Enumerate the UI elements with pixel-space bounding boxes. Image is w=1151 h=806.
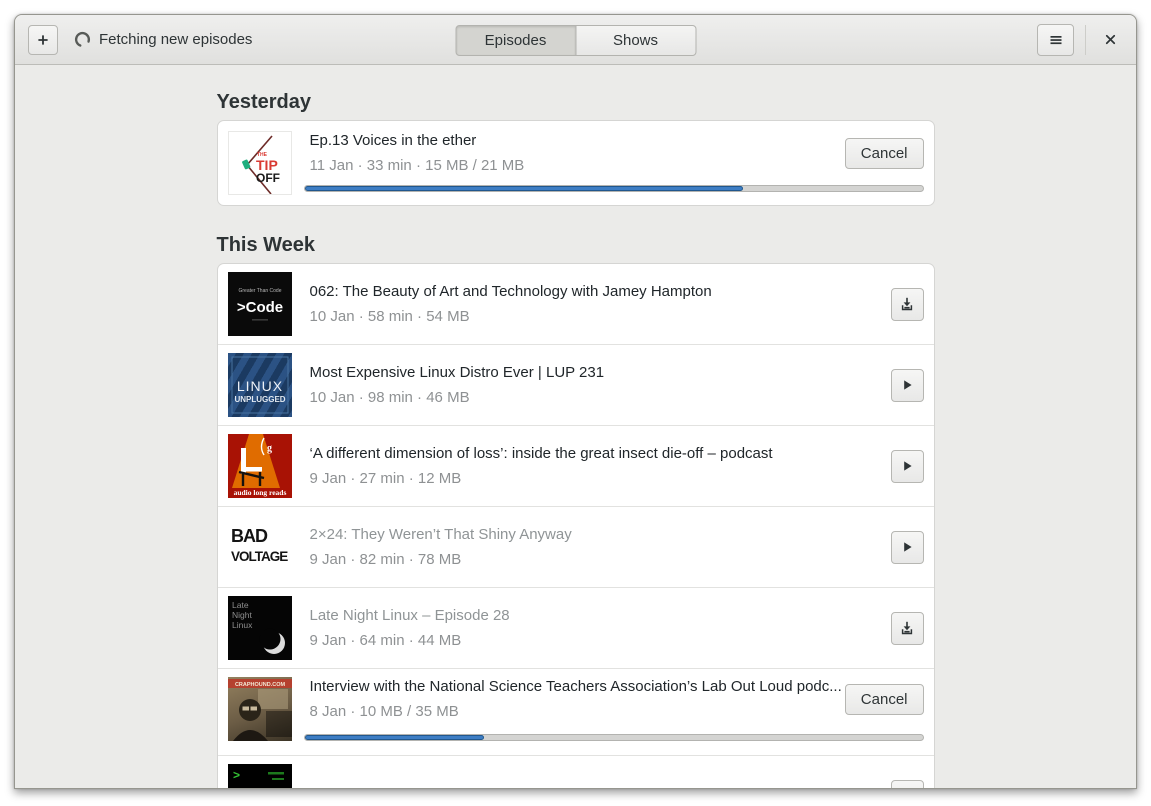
download-button[interactable] (890, 611, 924, 645)
section-title-yesterday: Yesterday (216, 91, 312, 113)
download-progress-fill (304, 735, 484, 740)
svg-text:IRL: IRL (243, 788, 277, 789)
episode-meta: 10 Jan · 58 min · 54 MB (309, 307, 470, 325)
svg-text:VOLTAGE: VOLTAGE (231, 549, 288, 564)
this-week-card: Greater Than Code >Code 062: The Beauty … (216, 263, 935, 789)
titlebar-right-controls (1037, 23, 1123, 56)
svg-text:Greater Than Code: Greater Than Code (238, 288, 281, 294)
download-progress-fill (304, 186, 744, 191)
spinner-icon (74, 31, 91, 48)
episode-row: g audio long reads ‘A different dimensio… (217, 425, 934, 506)
episode-meta: 11 Jan · 33 min · 15 MB / 21 MB (309, 157, 525, 174)
play-button[interactable] (890, 449, 924, 483)
play-button[interactable] (890, 530, 924, 564)
view-switcher: Episodes Shows (455, 25, 696, 56)
svg-text:Linux: Linux (232, 620, 253, 630)
episode-meta: 9 Jan · 64 min · 44 MB (309, 631, 462, 649)
download-button[interactable] (890, 779, 924, 789)
podcast-cover-craphound: CRAPHOUND.COM (227, 677, 292, 741)
episode-title: Bot or Not (310, 784, 891, 789)
cancel-download-button[interactable]: Cancel (844, 138, 924, 169)
episode-title: ‘A different dimension of loss’: inside … (309, 444, 773, 462)
svg-text:OFF: OFF (256, 171, 280, 185)
tab-shows[interactable]: Shows (575, 25, 696, 56)
episode-title: 062: The Beauty of Art and Technology wi… (309, 282, 712, 300)
podcast-cover-greater-than-code: Greater Than Code >Code (227, 272, 292, 336)
svg-text:g: g (267, 443, 272, 454)
download-icon (899, 788, 915, 789)
podcast-cover-late-night-linux: Late Night Linux (227, 596, 292, 660)
close-icon (1105, 34, 1115, 45)
close-window-button[interactable] (1097, 27, 1123, 53)
svg-text:audio long reads: audio long reads (233, 488, 286, 497)
svg-text:>: > (233, 768, 240, 782)
hamburger-menu-icon (1050, 35, 1061, 44)
tab-episodes[interactable]: Episodes (455, 25, 576, 56)
download-progress-bar (303, 734, 924, 741)
status-text: Fetching new episodes (99, 31, 253, 48)
yesterday-card: THE TIP OFF Ep.13 Voices in the ether 11… (216, 120, 935, 206)
svg-text:Late: Late (232, 600, 249, 610)
svg-text:LINUX: LINUX (236, 378, 282, 394)
svg-text:>Code: >Code (236, 299, 282, 316)
menu-button[interactable] (1037, 23, 1074, 56)
play-icon (904, 542, 912, 552)
svg-text:Night: Night (232, 610, 252, 620)
section-title-this-week: This Week (216, 234, 316, 256)
podcast-cover-linux-unplugged: LINUX UNPLUGGED (227, 353, 292, 417)
svg-text:IRL: IRL (241, 787, 275, 789)
podcast-cover-the-tip-off: THE TIP OFF (227, 131, 292, 195)
cancel-download-button[interactable]: Cancel (844, 684, 924, 715)
podcasts-app-window: Fetching new episodes Episodes Shows Yes… (14, 14, 1137, 789)
episode-title: Most Expensive Linux Distro Ever | LUP 2… (309, 363, 605, 381)
download-button[interactable] (890, 287, 924, 321)
download-icon (901, 297, 913, 311)
svg-text:CRAPHOUND.COM: CRAPHOUND.COM (234, 682, 285, 688)
episode-row: Late Night Linux Late Night Linux – Epis… (217, 587, 934, 668)
add-podcast-button[interactable] (28, 24, 58, 55)
episode-row: > IRL IRL Bot or Not (217, 755, 934, 789)
play-button[interactable] (890, 368, 924, 402)
episode-meta: 10 Jan · 98 min · 46 MB (309, 388, 470, 406)
play-icon (904, 461, 912, 471)
podcast-cover-audio-long-reads: g audio long reads (227, 434, 292, 498)
svg-text:UNPLUGGED: UNPLUGGED (234, 395, 285, 404)
play-icon (904, 380, 912, 390)
episode-row: BAD VOLTAGE 2×24: They Weren’t That Shin… (217, 506, 934, 587)
episode-row: Greater Than Code >Code 062: The Beauty … (218, 264, 934, 344)
episode-row: CRAPHOUND.COM Interview with the Nationa… (217, 668, 934, 755)
podcast-cover-bad-voltage: BAD VOLTAGE (227, 515, 292, 579)
episode-row: LINUX UNPLUGGED Most Expensive Linux Dis… (217, 344, 934, 425)
titlebar[interactable]: Fetching new episodes Episodes Shows (15, 15, 1136, 65)
podcast-cover-irl: > IRL IRL (227, 764, 292, 789)
titlebar-separator (1085, 24, 1086, 55)
svg-text:BAD: BAD (231, 526, 268, 546)
plus-icon (38, 34, 48, 45)
episodes-view: Yesterday THE TIP OFF Ep.13 Voices in th… (15, 65, 1136, 789)
episode-title: Late Night Linux – Episode 28 (309, 606, 510, 624)
episode-meta: 9 Jan · 82 min · 78 MB (309, 550, 462, 568)
episode-meta: 9 Jan · 27 min · 12 MB (309, 469, 462, 487)
download-progress-bar (303, 185, 924, 192)
episode-meta: 8 Jan · 10 MB / 35 MB (309, 703, 459, 720)
episode-title: Interview with the National Science Teac… (309, 678, 842, 695)
download-icon (901, 621, 913, 635)
episode-row: THE TIP OFF Ep.13 Voices in the ether 11… (218, 121, 934, 205)
episode-title: 2×24: They Weren’t That Shiny Anyway (309, 525, 572, 543)
episode-title: Ep.13 Voices in the ether (309, 132, 477, 149)
